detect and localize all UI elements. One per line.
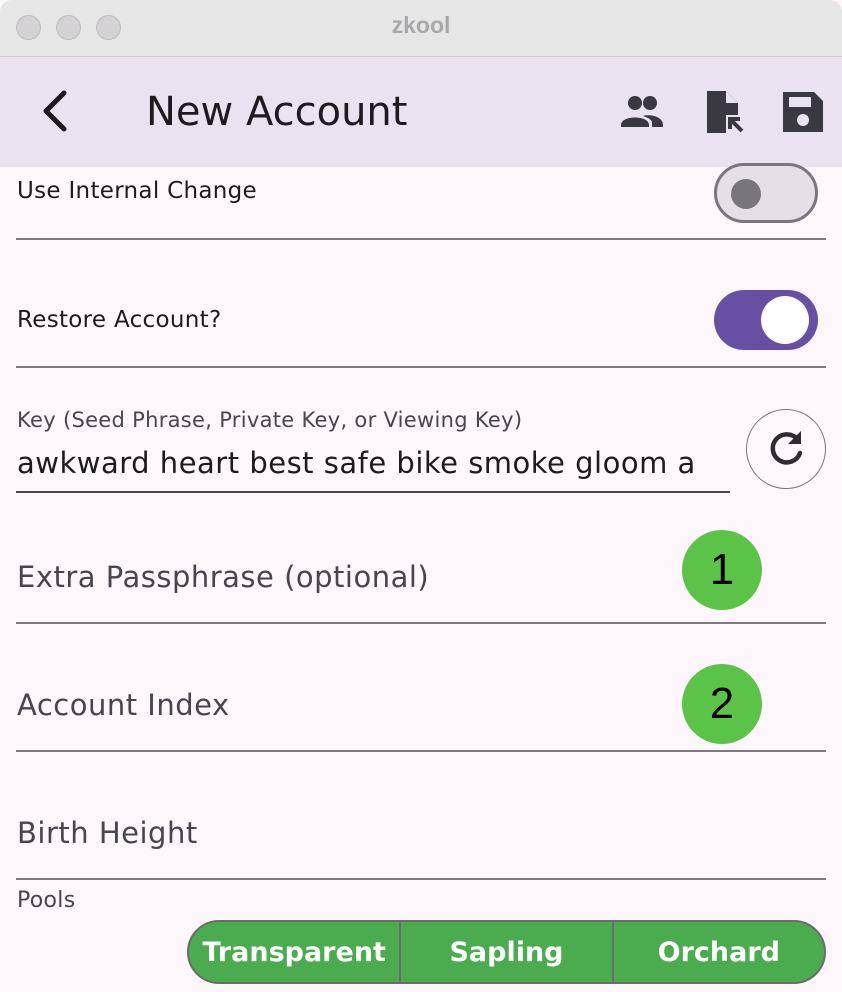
birth-height-input[interactable]: Birth Height — [17, 816, 198, 850]
step-marker-2: 2 — [682, 664, 762, 744]
key-input[interactable]: awkward heart best safe bike smoke gloom… — [17, 446, 729, 480]
pool-sapling-button[interactable]: Sapling — [399, 922, 611, 982]
restore-account-switch[interactable] — [714, 290, 818, 350]
divider — [16, 366, 826, 368]
account-index-input[interactable]: Account Index — [17, 688, 230, 722]
key-field-label: Key (Seed Phrase, Private Key, or Viewin… — [17, 408, 523, 432]
internal-change-switch[interactable] — [714, 163, 818, 223]
window-title: zkool — [391, 12, 451, 38]
app-bar: New Account — [0, 57, 842, 167]
pool-orchard-button[interactable]: Orchard — [611, 922, 824, 982]
switch-knob — [761, 296, 809, 344]
restore-account-label: Restore Account? — [17, 307, 222, 333]
back-button[interactable] — [34, 87, 78, 135]
internal-change-label: Use Internal Change — [17, 178, 257, 204]
save-button[interactable] — [780, 89, 826, 135]
passphrase-input[interactable]: Extra Passphrase (optional) — [17, 560, 429, 594]
divider — [16, 878, 826, 880]
divider — [16, 238, 826, 240]
file-import-icon — [707, 91, 748, 135]
title-bar: zkool — [0, 0, 842, 57]
save-icon — [783, 92, 823, 132]
divider — [16, 750, 826, 752]
pool-transparent-button[interactable]: Transparent — [189, 922, 399, 982]
back-arrow-icon — [43, 90, 67, 132]
key-input-underline — [16, 491, 730, 493]
pools-label: Pools — [17, 888, 76, 913]
accounts-button[interactable] — [619, 89, 665, 135]
app-window: zkool New Account Use Internal Change Re… — [0, 0, 842, 992]
pools-segmented-control: Transparent Sapling Orchard — [187, 920, 826, 984]
people-icon — [621, 96, 663, 127]
import-file-button[interactable] — [702, 89, 748, 135]
generate-key-button[interactable] — [746, 409, 826, 489]
page-title: New Account — [146, 89, 408, 135]
refresh-icon — [770, 431, 803, 465]
divider — [16, 622, 826, 624]
step-marker-1: 1 — [682, 530, 762, 610]
switch-knob — [731, 179, 761, 209]
